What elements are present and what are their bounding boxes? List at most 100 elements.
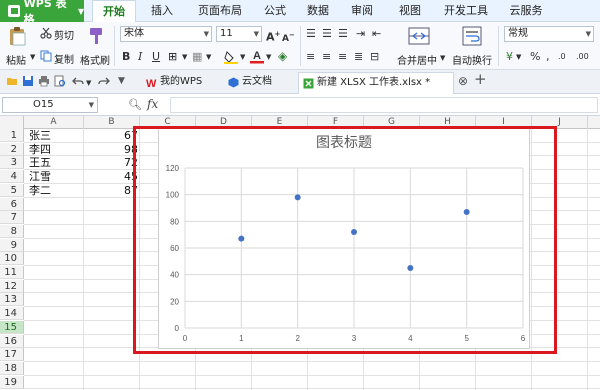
print-icon[interactable] [38, 75, 50, 87]
outdent-icon[interactable]: ⇤ [372, 27, 381, 41]
cell-style-dropdown-icon[interactable]: ▼ [206, 50, 211, 64]
row-header-3[interactable]: 3 [0, 156, 24, 170]
cell-b4[interactable]: 45 [121, 170, 137, 183]
paste-icon[interactable] [8, 26, 28, 46]
currency-dropdown-icon[interactable]: ▼ [516, 50, 521, 64]
name-box[interactable]: O15 ▼ [2, 97, 98, 113]
merge-dropdown-icon[interactable]: ▼ [440, 51, 445, 65]
font-color-icon[interactable]: A [250, 49, 264, 64]
wrap-text-button[interactable]: 自动换行 [452, 52, 492, 67]
cell-a4[interactable]: 江雪 [26, 170, 82, 183]
decrease-decimal-icon[interactable]: .00 [576, 50, 589, 64]
align-middle-icon[interactable]: ☰ [322, 27, 332, 41]
italic-icon[interactable]: I [138, 50, 142, 64]
data-point[interactable] [294, 194, 301, 201]
indent-icon[interactable]: ⇥ [356, 27, 365, 41]
cell-b3[interactable]: 72 [121, 156, 137, 169]
paste-button[interactable]: 粘贴 [6, 52, 26, 67]
select-all-corner[interactable] [0, 116, 24, 129]
copy-icon[interactable] [40, 50, 52, 62]
font-size-select[interactable]: 11 ▼ [216, 26, 262, 42]
increase-font-icon[interactable]: A+ [266, 27, 280, 45]
row-header-6[interactable]: 6 [0, 197, 24, 211]
tab-formulas[interactable]: 公式 [256, 0, 294, 22]
doc-tab-cloud-docs[interactable]: 云文档 [224, 72, 296, 94]
align-top-icon[interactable]: ☰ [306, 27, 316, 41]
redo-icon[interactable] [98, 75, 110, 87]
row-header-14[interactable]: 14 [0, 307, 24, 321]
currency-icon[interactable]: ¥ [506, 50, 513, 64]
print-preview-icon[interactable] [54, 75, 66, 87]
decrease-font-icon[interactable]: A− [282, 28, 295, 46]
cell-b1[interactable]: 67 [121, 129, 137, 142]
format-painter-button[interactable]: 格式刷 [80, 52, 110, 67]
data-point[interactable] [351, 229, 357, 235]
zoom-search-icon[interactable]: 🔍︎ [128, 98, 142, 111]
row-header-15[interactable]: 15 [0, 320, 24, 334]
row-header-19[interactable]: 19 [0, 375, 24, 389]
column-header-b[interactable]: B [84, 116, 140, 129]
folder-icon[interactable] [6, 75, 18, 87]
tab-insert[interactable]: 插入 [142, 0, 182, 22]
tab-cloud-service[interactable]: 云服务 [502, 0, 550, 22]
row-header-9[interactable]: 9 [0, 238, 24, 252]
cell-a3[interactable]: 王五 [26, 156, 82, 169]
align-center-icon[interactable]: ≡ [322, 50, 331, 64]
tab-view[interactable]: 视图 [392, 0, 428, 22]
borders-dropdown-icon[interactable]: ▼ [182, 50, 187, 64]
percent-icon[interactable]: % [530, 50, 540, 64]
number-format-select[interactable]: 常规 ▼ [504, 26, 594, 42]
paste-dropdown-icon[interactable]: ▼ [30, 50, 35, 64]
row-header-11[interactable]: 11 [0, 266, 24, 279]
cell-b5[interactable]: 87 [121, 184, 137, 197]
row-header-2[interactable]: 2 [0, 142, 24, 156]
column-header-j[interactable]: J [532, 116, 588, 129]
thousands-icon[interactable]: , [546, 50, 550, 64]
clear-icon[interactable]: ◈ [278, 49, 287, 63]
cell-a2[interactable]: 李四 [26, 143, 82, 156]
row-header-13[interactable]: 13 [0, 293, 24, 307]
row-header-7[interactable]: 7 [0, 211, 24, 225]
wrap-text-icon[interactable] [462, 26, 482, 46]
row-header-4[interactable]: 4 [0, 170, 24, 184]
column-header-a[interactable]: A [24, 116, 84, 129]
row-header-5[interactable]: 5 [0, 183, 24, 197]
cell-a5[interactable]: 李二 [26, 184, 82, 197]
underline-icon[interactable]: U [152, 50, 160, 64]
format-painter-icon[interactable] [86, 26, 106, 46]
doc-tab-my-wps[interactable]: W 我的WPS [142, 72, 224, 94]
cell-style-icon[interactable]: ▦ [192, 50, 202, 64]
app-menu-button[interactable]: WPS 表格 ▼ [0, 0, 84, 26]
doc-tab-workbook[interactable]: 新建 XLSX 工作表.xlsx * [298, 72, 454, 94]
distributed-icon[interactable]: ⊟ [370, 50, 379, 64]
data-point[interactable] [407, 265, 414, 271]
merge-center-icon[interactable] [408, 26, 430, 46]
row-header-17[interactable]: 17 [0, 348, 24, 362]
fill-color-icon[interactable] [224, 50, 238, 64]
increase-decimal-icon[interactable]: .0 [558, 50, 566, 64]
undo-dropdown-icon[interactable]: ▼ [86, 76, 91, 90]
tab-developer[interactable]: 开发工具 [436, 0, 496, 22]
row-header-16[interactable]: 16 [0, 334, 24, 348]
more-icon[interactable]: ▼ [118, 74, 125, 88]
font-color-dropdown-icon[interactable]: ▼ [266, 50, 271, 64]
row-header-1[interactable]: 1 [0, 129, 24, 142]
formula-input[interactable] [170, 97, 598, 113]
scatter-chart[interactable]: 图表标题 0 20 40 60 80 100 120 0 1 2 3 4 5 6 [158, 127, 530, 349]
cell-b2[interactable]: 98 [121, 143, 137, 156]
font-name-select[interactable]: 宋体 ▼ [120, 26, 212, 42]
save-icon[interactable] [22, 75, 34, 87]
copy-button[interactable]: 复制 [54, 51, 74, 66]
data-point[interactable] [463, 209, 470, 215]
tab-home[interactable]: 开始 [92, 0, 136, 23]
merge-center-button[interactable]: 合并居中 [397, 52, 437, 67]
bold-icon[interactable]: B [122, 50, 130, 64]
tab-page-layout[interactable]: 页面布局 [190, 0, 250, 22]
row-header-10[interactable]: 10 [0, 252, 24, 266]
align-bottom-icon[interactable]: ☰ [338, 27, 348, 41]
cell-a1[interactable]: 张三 [26, 129, 82, 142]
borders-icon[interactable]: ⊞ [168, 50, 177, 64]
align-left-icon[interactable]: ≡ [306, 50, 315, 64]
undo-icon[interactable] [72, 75, 84, 87]
tab-data[interactable]: 数据 [300, 0, 336, 22]
